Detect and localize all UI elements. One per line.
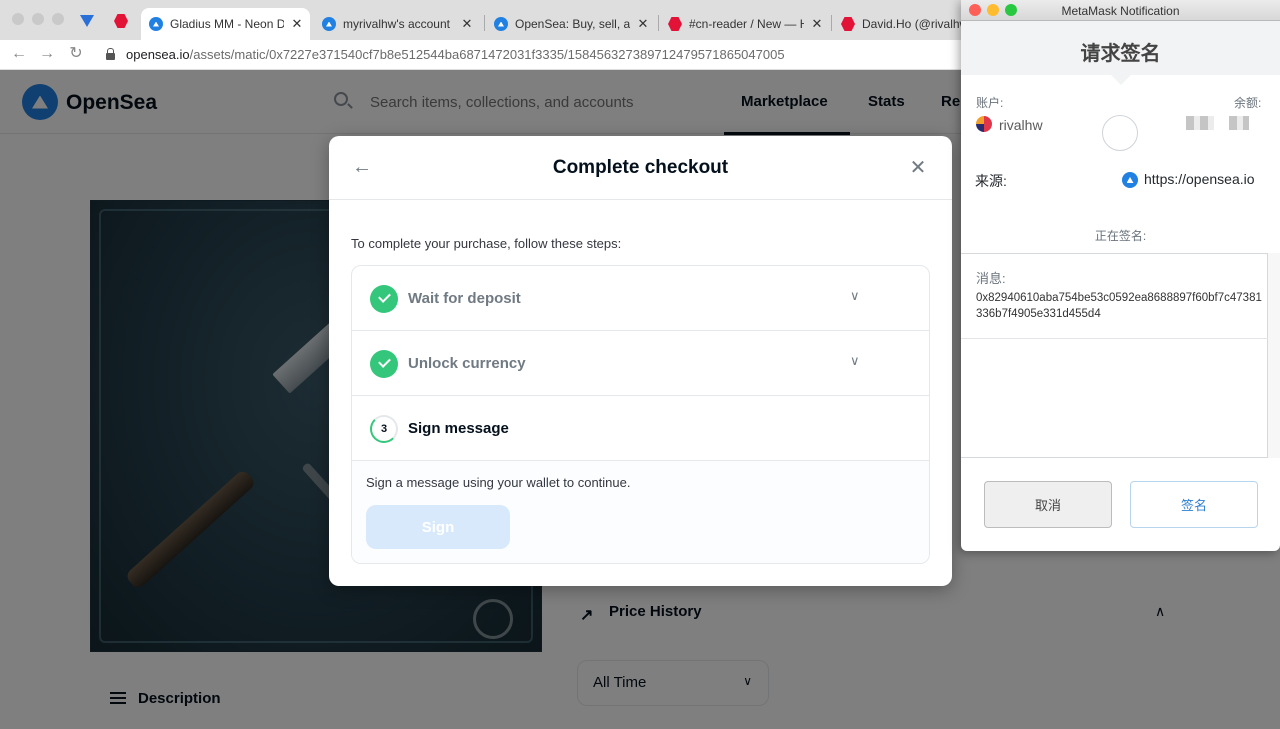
step-label: Wait for deposit xyxy=(408,290,521,307)
hive-favicon-icon xyxy=(668,17,682,31)
reload-icon[interactable]: ↻ xyxy=(66,44,86,64)
checkout-modal: ← Complete checkout ✕ To complete your p… xyxy=(329,136,952,586)
step-label: Unlock currency xyxy=(408,355,526,372)
close-icon[interactable]: ✕ xyxy=(907,157,929,179)
dapp-identicon xyxy=(1102,115,1138,151)
step-label: Sign message xyxy=(408,420,509,437)
opensea-favicon-icon xyxy=(1122,172,1138,188)
tab-close-icon[interactable]: ✕ xyxy=(810,16,824,32)
step-unlock-currency[interactable]: Unlock currency ∨ xyxy=(352,331,929,396)
window-zoom-dot[interactable] xyxy=(52,13,64,25)
step-wait-for-deposit[interactable]: Wait for deposit ∨ xyxy=(352,266,929,331)
opensea-favicon-icon xyxy=(149,17,163,31)
account-avatar-icon xyxy=(976,116,992,132)
origin-label: 来源: xyxy=(975,173,1007,189)
checkout-instructions: To complete your purchase, follow these … xyxy=(351,236,622,251)
signing-label: 正在签名: xyxy=(1094,229,1147,243)
tab-title: OpenSea: Buy, sell, an xyxy=(515,17,630,31)
tab-david-ho[interactable]: David.Ho (@rivalhw) xyxy=(833,8,961,40)
checkout-steps: Wait for deposit ∨ Unlock currency ∨ 3 S… xyxy=(351,265,930,564)
modal-header: ← Complete checkout ✕ xyxy=(329,136,952,200)
tab-title: #cn-reader / New — H xyxy=(689,17,804,31)
tab-close-icon[interactable]: ✕ xyxy=(460,16,474,32)
chevron-down-icon[interactable]: ∨ xyxy=(850,288,860,304)
tab-cn-reader[interactable]: #cn-reader / New — H ✕ xyxy=(660,8,830,40)
pinned-tab-icon[interactable] xyxy=(80,15,94,27)
tab-title: Gladius MM - Neon Di xyxy=(170,17,284,31)
balance-label: 余额: xyxy=(1234,96,1262,110)
balance-redacted xyxy=(1186,116,1214,130)
account-name: rivalhw xyxy=(999,117,1043,133)
forward-arrow-icon[interactable]: → xyxy=(37,44,57,64)
pinned-tab-hive-icon[interactable] xyxy=(114,14,128,28)
url-path: /assets/matic/0x7227e371540cf7b8e512544b… xyxy=(189,47,785,62)
step-sign-message[interactable]: 3 Sign message xyxy=(352,396,929,461)
tab-close-icon[interactable]: ✕ xyxy=(290,16,304,32)
metamask-titlebar: MetaMask Notification xyxy=(961,0,1280,21)
tab-title: David.Ho (@rivalhw) xyxy=(862,17,961,31)
url-host: opensea.io xyxy=(126,47,190,62)
back-arrow-icon[interactable]: ← xyxy=(9,44,29,64)
url-field[interactable]: opensea.io/assets/matic/0x7227e371540cf7… xyxy=(126,47,785,62)
tab-gladius[interactable]: Gladius MM - Neon Di ✕ xyxy=(141,8,310,40)
sign-confirm-button[interactable]: 签名 xyxy=(1130,481,1258,528)
metamask-window: MetaMask Notification 请求签名 账户: 余额: rival… xyxy=(961,0,1280,551)
balance-redacted xyxy=(1229,116,1249,130)
message-text: 0x82940610aba754be53c0592ea8688897f60bf7… xyxy=(976,292,1262,320)
message-box[interactable]: 消息: 0x82940610aba754be53c0592ea8688897f6… xyxy=(961,253,1268,458)
message-label: 消息: xyxy=(976,271,1006,286)
metamask-header: 请求签名 xyxy=(961,21,1280,75)
opensea-favicon-icon xyxy=(494,17,508,31)
sign-description: Sign a message using your wallet to cont… xyxy=(366,475,631,490)
lock-icon[interactable] xyxy=(106,48,115,60)
sign-step-panel: Sign a message using your wallet to cont… xyxy=(352,461,929,563)
window-minimize-dot[interactable] xyxy=(32,13,44,25)
tab-close-icon[interactable]: ✕ xyxy=(636,16,650,32)
window-close-dot[interactable] xyxy=(12,13,24,25)
check-circle-icon xyxy=(370,350,398,378)
sign-button[interactable]: Sign xyxy=(366,505,510,549)
window-title: MetaMask Notification xyxy=(1061,4,1180,18)
request-signature-heading: 请求签名 xyxy=(1080,43,1161,65)
check-circle-icon xyxy=(370,285,398,313)
modal-title: Complete checkout xyxy=(552,157,729,178)
message-scrollbar[interactable] xyxy=(1268,253,1280,458)
tab-account[interactable]: myrivalhw's account | ✕ xyxy=(314,8,480,40)
account-label: 账户: xyxy=(976,96,1004,110)
step-number: 3 xyxy=(370,415,398,443)
tab-title: myrivalhw's account | xyxy=(343,17,454,31)
tab-opensea[interactable]: OpenSea: Buy, sell, an ✕ xyxy=(486,8,656,40)
chevron-down-icon[interactable]: ∨ xyxy=(850,353,860,369)
cancel-button[interactable]: 取消 xyxy=(984,481,1112,528)
hive-favicon-icon xyxy=(841,17,855,31)
opensea-favicon-icon xyxy=(322,17,336,31)
origin-url: https://opensea.io xyxy=(1144,171,1255,187)
